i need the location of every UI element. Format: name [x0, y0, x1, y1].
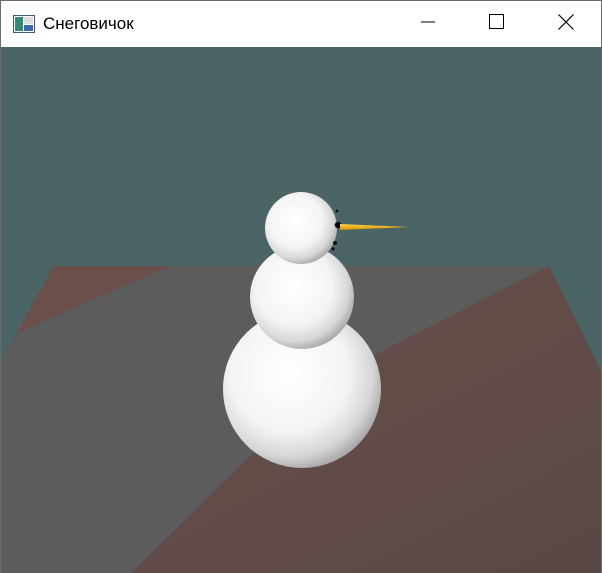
maximize-icon	[488, 14, 504, 34]
window-title: Снеговичок	[43, 14, 134, 33]
app-window: Снеговичок	[0, 0, 602, 573]
snowman-mouth-dot	[333, 241, 337, 245]
maximize-button[interactable]	[473, 1, 519, 47]
snowman-head	[265, 192, 337, 264]
render-viewport[interactable]	[1, 47, 601, 573]
snowman-eye-detail	[335, 209, 339, 213]
snowman-mouth-dot	[331, 247, 335, 251]
title-bar[interactable]: Снеговичок	[1, 1, 601, 47]
close-button[interactable]	[543, 1, 589, 47]
app-window-icon	[13, 15, 35, 33]
minimize-button[interactable]	[405, 1, 451, 47]
minimize-icon	[421, 15, 435, 34]
close-icon	[558, 13, 574, 35]
scene-canvas	[1, 47, 601, 573]
